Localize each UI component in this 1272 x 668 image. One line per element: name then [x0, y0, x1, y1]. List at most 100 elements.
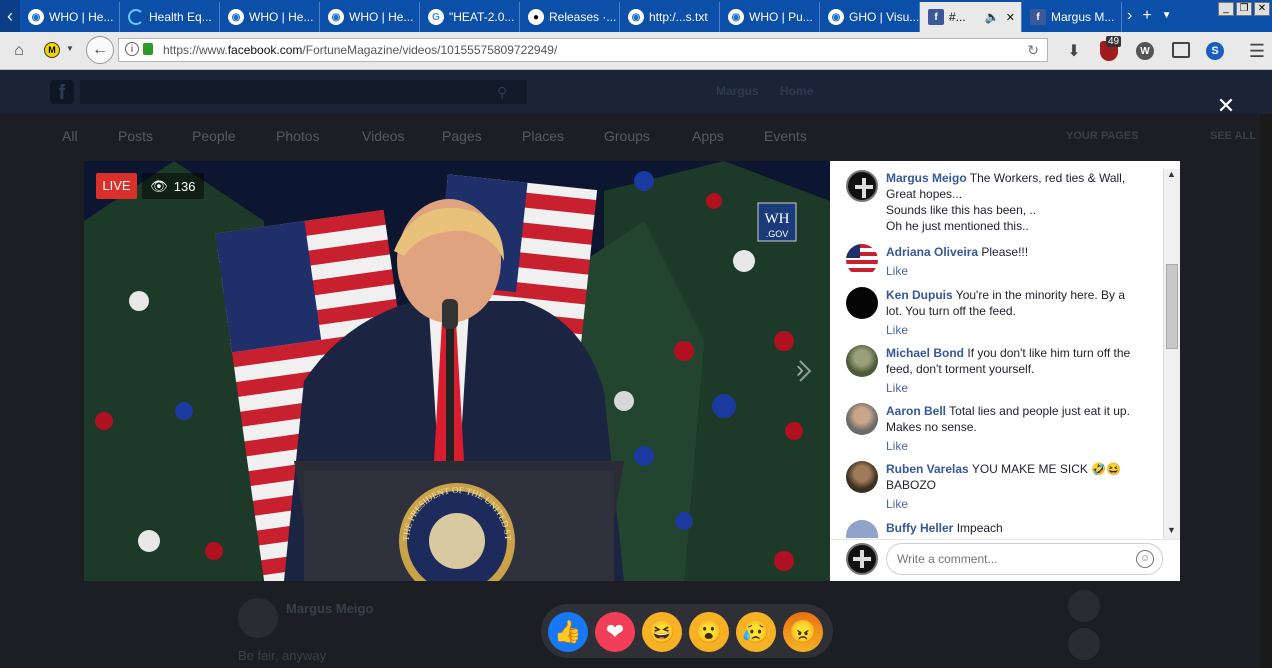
tab-people[interactable]: People — [192, 128, 236, 144]
tab-posts[interactable]: Posts — [118, 128, 153, 144]
composer-divider — [830, 539, 1180, 540]
who-icon: ◉ — [328, 9, 344, 25]
browser-tab[interactable]: ◉ WHO | Pu... — [720, 2, 820, 32]
video-frame-image: WH .GOV THE PRESIDENT OF THE UNITED STAT… — [84, 161, 830, 581]
new-tab-button[interactable]: + — [1137, 0, 1156, 32]
like-link[interactable]: Like — [886, 322, 1141, 338]
reader-view-icon[interactable] — [1172, 42, 1190, 58]
facebook-icon: f — [1030, 9, 1046, 25]
browser-tab-strip: ‹ ◉ WHO | He... Health Eq... ◉ WHO | He...… — [0, 0, 1272, 32]
facebook-search-bar[interactable] — [80, 80, 527, 104]
reactions-bar: 👍 ❤ 😆 😮 😥 😠 — [541, 604, 833, 658]
tab-all[interactable]: All — [62, 128, 78, 144]
angry-reaction-icon[interactable]: 😠 — [783, 612, 823, 652]
see-all-link[interactable]: SEE ALL — [1210, 130, 1256, 142]
browser-tab[interactable]: ◉ GHO | Visu... — [820, 2, 920, 32]
haha-reaction-icon[interactable]: 😆 — [642, 612, 682, 652]
close-icon[interactable]: ✕ — [1216, 95, 1236, 117]
comment-author[interactable]: Michael Bond — [886, 346, 964, 360]
comments-panel: Margus Meigo The Workers, red ties & Wal… — [830, 161, 1180, 581]
scroll-up-icon[interactable]: ▲ — [1167, 169, 1176, 179]
browser-tab[interactable]: f Margus M... — [1022, 2, 1122, 32]
lock-icon[interactable] — [143, 43, 153, 55]
tab-scroll-right-button[interactable]: › — [1122, 0, 1137, 32]
tab-apps[interactable]: Apps — [692, 128, 724, 144]
comment-author[interactable]: Ruben Varelas — [886, 462, 969, 476]
tab-events[interactable]: Events — [764, 128, 807, 144]
scroll-down-icon[interactable]: ▼ — [1167, 525, 1176, 535]
search-icon[interactable]: ⚲ — [497, 84, 507, 101]
browser-tab[interactable]: ◉ WHO | He... — [20, 2, 120, 32]
next-video-chevron-icon[interactable]: › — [796, 356, 804, 384]
comment-item: Ken Dupuis You're in the minority here. … — [846, 287, 1141, 338]
browser-tab[interactable]: ◉ WHO | He... — [220, 2, 320, 32]
search-filter-tabs: All Posts People Photos Videos Pages Pla… — [0, 114, 1060, 158]
emoji-icon[interactable]: ☺ — [1136, 550, 1154, 568]
comment-input[interactable] — [886, 543, 1163, 575]
avatar — [1068, 590, 1100, 622]
addon-icon[interactable]: M — [44, 42, 60, 58]
like-link[interactable]: Like — [886, 263, 1141, 279]
love-reaction-icon[interactable]: ❤ — [595, 612, 635, 652]
nav-user[interactable]: Margus — [716, 84, 759, 98]
back-button[interactable]: ← — [86, 36, 114, 64]
tab-list-button[interactable]: ▼ — [1157, 0, 1177, 32]
avatar[interactable] — [846, 520, 878, 538]
who-icon: ◉ — [828, 9, 844, 25]
tab-photos[interactable]: Photos — [276, 128, 320, 144]
live-video-player[interactable]: WH .GOV THE PRESIDENT OF THE UNITED STAT… — [84, 161, 830, 581]
cross-emblem-icon — [853, 550, 871, 568]
browser-tab[interactable]: Health Eq... — [120, 2, 220, 32]
download-icon[interactable]: ⬇ — [1064, 41, 1084, 61]
comment-author[interactable]: Buffy Heller — [886, 521, 953, 535]
tab-pages[interactable]: Pages — [442, 128, 482, 144]
comment-author[interactable]: Margus Meigo — [886, 171, 967, 185]
tab-videos[interactable]: Videos — [362, 128, 405, 144]
scrollbar-thumb[interactable] — [1166, 264, 1178, 349]
speaker-icon[interactable]: 🔈 — [985, 10, 1000, 24]
home-icon[interactable]: ⌂ — [8, 40, 30, 62]
tab-scroll-left-button[interactable]: ‹ — [0, 0, 20, 32]
avatar — [846, 543, 878, 575]
reload-icon[interactable]: ↻ — [1027, 42, 1039, 59]
browser-tab[interactable]: ◉ WHO | He... — [320, 2, 420, 32]
avatar[interactable] — [846, 345, 878, 377]
viewer-count: 136 — [173, 178, 196, 194]
restore-window-button[interactable]: ❐ — [1236, 2, 1252, 16]
close-window-button[interactable]: ✕ — [1254, 2, 1270, 16]
tab-places[interactable]: Places — [522, 128, 564, 144]
avatar[interactable] — [846, 461, 878, 493]
hamburger-menu-icon[interactable]: ☰ — [1246, 40, 1268, 62]
like-link[interactable]: Like — [886, 438, 1141, 454]
facebook-logo[interactable]: f — [50, 80, 74, 104]
nav-home[interactable]: Home — [780, 84, 813, 98]
avatar[interactable] — [846, 244, 878, 276]
comment-author[interactable]: Adriana Oliveira — [886, 245, 978, 259]
url-bar[interactable]: i https://www. facebook.com/FortuneMagazi… — [118, 38, 1048, 62]
facebook-top-bar: f ⚲ Margus Home — [0, 70, 1272, 114]
scrollbar[interactable] — [1260, 114, 1272, 668]
avatar[interactable] — [846, 287, 878, 319]
comments-scrollbar[interactable]: ▲ ▼ — [1163, 169, 1180, 539]
comment-author[interactable]: Aaron Bell — [886, 404, 946, 418]
sad-reaction-icon[interactable]: 😥 — [736, 612, 776, 652]
like-link[interactable]: Like — [886, 380, 1141, 396]
comment-author[interactable]: Ken Dupuis — [886, 288, 953, 302]
who-icon: ◉ — [28, 9, 44, 25]
tab-groups[interactable]: Groups — [604, 128, 650, 144]
browser-tab[interactable]: ● Releases ·... — [520, 2, 620, 32]
extension-icon[interactable]: S — [1206, 42, 1224, 60]
info-icon[interactable]: i — [125, 42, 139, 56]
close-tab-icon[interactable]: ✕ — [1006, 11, 1015, 24]
minimize-window-button[interactable]: _ — [1218, 2, 1234, 16]
browser-tab-active[interactable]: f #... 🔈 ✕ — [920, 2, 1022, 32]
chevron-down-icon[interactable]: ▼ — [66, 44, 74, 53]
browser-tab[interactable]: G "HEAT-2.0... — [420, 2, 520, 32]
wow-reaction-icon[interactable]: 😮 — [689, 612, 729, 652]
wappalyzer-icon[interactable]: W — [1136, 42, 1154, 60]
browser-tab[interactable]: ◉ http:/...s.txt — [620, 2, 720, 32]
like-reaction-icon[interactable]: 👍 — [548, 612, 588, 652]
like-link[interactable]: Like — [886, 496, 1141, 512]
avatar[interactable] — [846, 170, 878, 202]
avatar[interactable] — [846, 403, 878, 435]
